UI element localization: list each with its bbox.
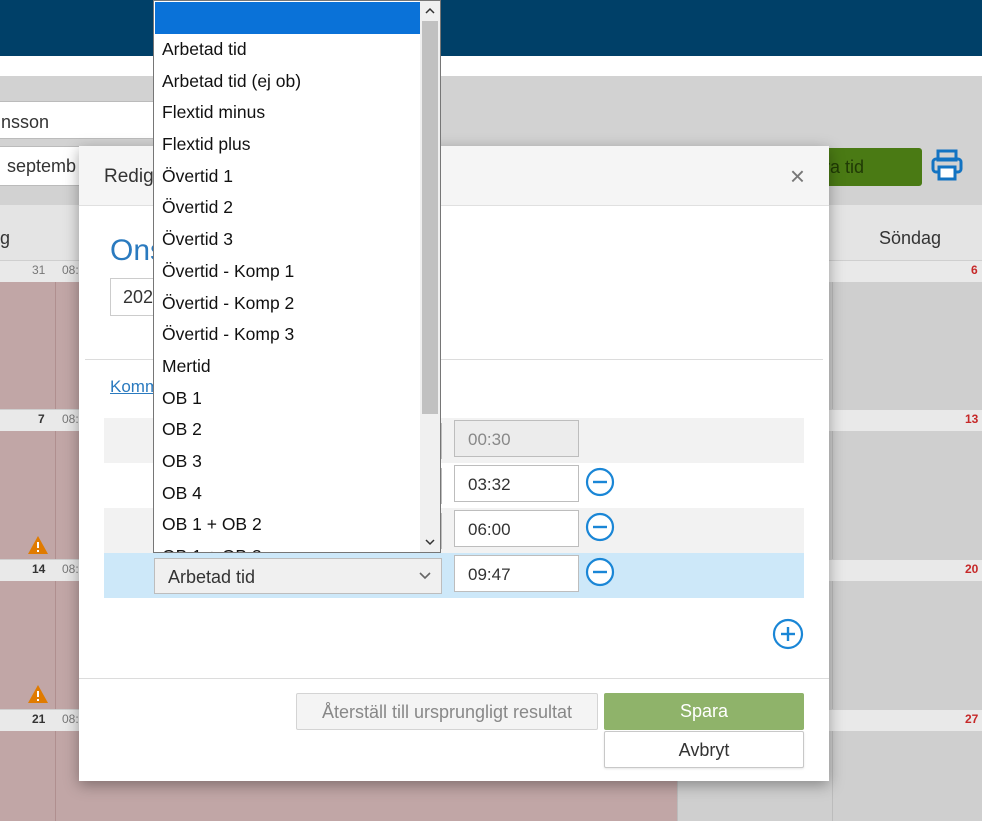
time-type-select[interactable]: Arbetad tid <box>154 558 442 594</box>
scroll-down-icon[interactable] <box>424 536 436 548</box>
app-header-bar <box>0 0 982 56</box>
dropdown-option[interactable]: Arbetad tid (ej ob) <box>162 69 301 101</box>
dropdown-option[interactable]: Övertid 2 <box>162 195 301 227</box>
time-field[interactable]: 09:47 <box>454 555 579 592</box>
dropdown-option[interactable]: OB 4 <box>162 481 301 513</box>
comment-link[interactable]: Komm <box>110 377 159 397</box>
remove-row-icon[interactable] <box>585 557 615 587</box>
day-number: 31 <box>32 263 46 277</box>
dropdown-option[interactable]: Övertid 1 <box>162 164 301 196</box>
dropdown-selected-option[interactable] <box>155 2 420 34</box>
modal-title: Redig <box>104 166 154 187</box>
dropdown-option[interactable]: OB 1 + OB 2 <box>162 512 301 544</box>
print-icon[interactable] <box>930 148 964 182</box>
day-number: 7 <box>38 412 45 426</box>
time-type-value: Arbetad tid <box>168 567 256 587</box>
dropdown-option[interactable]: Övertid - Komp 1 <box>162 259 301 291</box>
warning-icon[interactable] <box>27 535 49 555</box>
dropdown-option[interactable]: OB 3 <box>162 449 301 481</box>
time-row-selected: Arbetad tid 09:47 <box>104 553 804 598</box>
dropdown-option[interactable]: Arbetad tid <box>162 37 301 69</box>
remove-row-icon[interactable] <box>585 512 615 542</box>
day-time: 08: <box>62 712 79 726</box>
day-number: 21 <box>32 712 46 726</box>
dropdown-option[interactable]: Övertid - Komp 3 <box>162 322 301 354</box>
warning-icon[interactable] <box>27 684 49 704</box>
time-type-dropdown-list[interactable]: Arbetad tid Arbetad tid (ej ob) Flextid … <box>153 0 441 553</box>
dropdown-options: Arbetad tid Arbetad tid (ej ob) Flextid … <box>162 37 301 552</box>
add-row-icon[interactable] <box>772 618 804 650</box>
dropdown-option[interactable]: OB 1 <box>162 386 301 418</box>
sunday-number: 20 <box>965 562 979 576</box>
dropdown-option[interactable]: Flextid plus <box>162 132 301 164</box>
close-icon[interactable]: × <box>790 163 805 189</box>
sunday-number: 6 <box>971 263 978 277</box>
employee-select[interactable]: nsson <box>0 101 160 139</box>
month-select[interactable]: septemb <box>0 146 90 186</box>
weekday-label-sunday: Söndag <box>879 228 942 248</box>
remove-row-icon[interactable] <box>585 467 615 497</box>
reset-button[interactable]: Återställ till ursprungligt resultat <box>296 693 598 730</box>
day-time: 08: <box>62 562 79 576</box>
app-subheader <box>0 56 982 76</box>
day-time: 08: <box>62 263 79 277</box>
scrollbar-thumb[interactable] <box>422 21 438 414</box>
footer-divider <box>79 678 829 679</box>
dropdown-option[interactable]: OB 1 + OB 3 <box>162 544 301 552</box>
dropdown-option[interactable]: OB 2 <box>162 417 301 449</box>
day-time: 08: <box>62 412 79 426</box>
chevron-down-icon <box>419 572 431 580</box>
scroll-up-icon[interactable] <box>424 5 436 17</box>
sunday-number: 27 <box>965 712 979 726</box>
day-number: 14 <box>32 562 46 576</box>
dropdown-scrollbar[interactable] <box>420 1 440 552</box>
cancel-button[interactable]: Avbryt <box>604 731 804 768</box>
time-field: 00:30 <box>454 420 579 457</box>
sunday-number: 13 <box>965 412 979 426</box>
weekday-label-left: g <box>0 228 11 248</box>
time-field[interactable]: 06:00 <box>454 510 579 547</box>
save-button[interactable]: Spara <box>604 693 804 730</box>
dropdown-option[interactable]: Övertid - Komp 2 <box>162 291 301 323</box>
dropdown-option[interactable]: Flextid minus <box>162 100 301 132</box>
time-field[interactable]: 03:32 <box>454 465 579 502</box>
dropdown-option[interactable]: Mertid <box>162 354 301 386</box>
dropdown-option[interactable]: Övertid 3 <box>162 227 301 259</box>
